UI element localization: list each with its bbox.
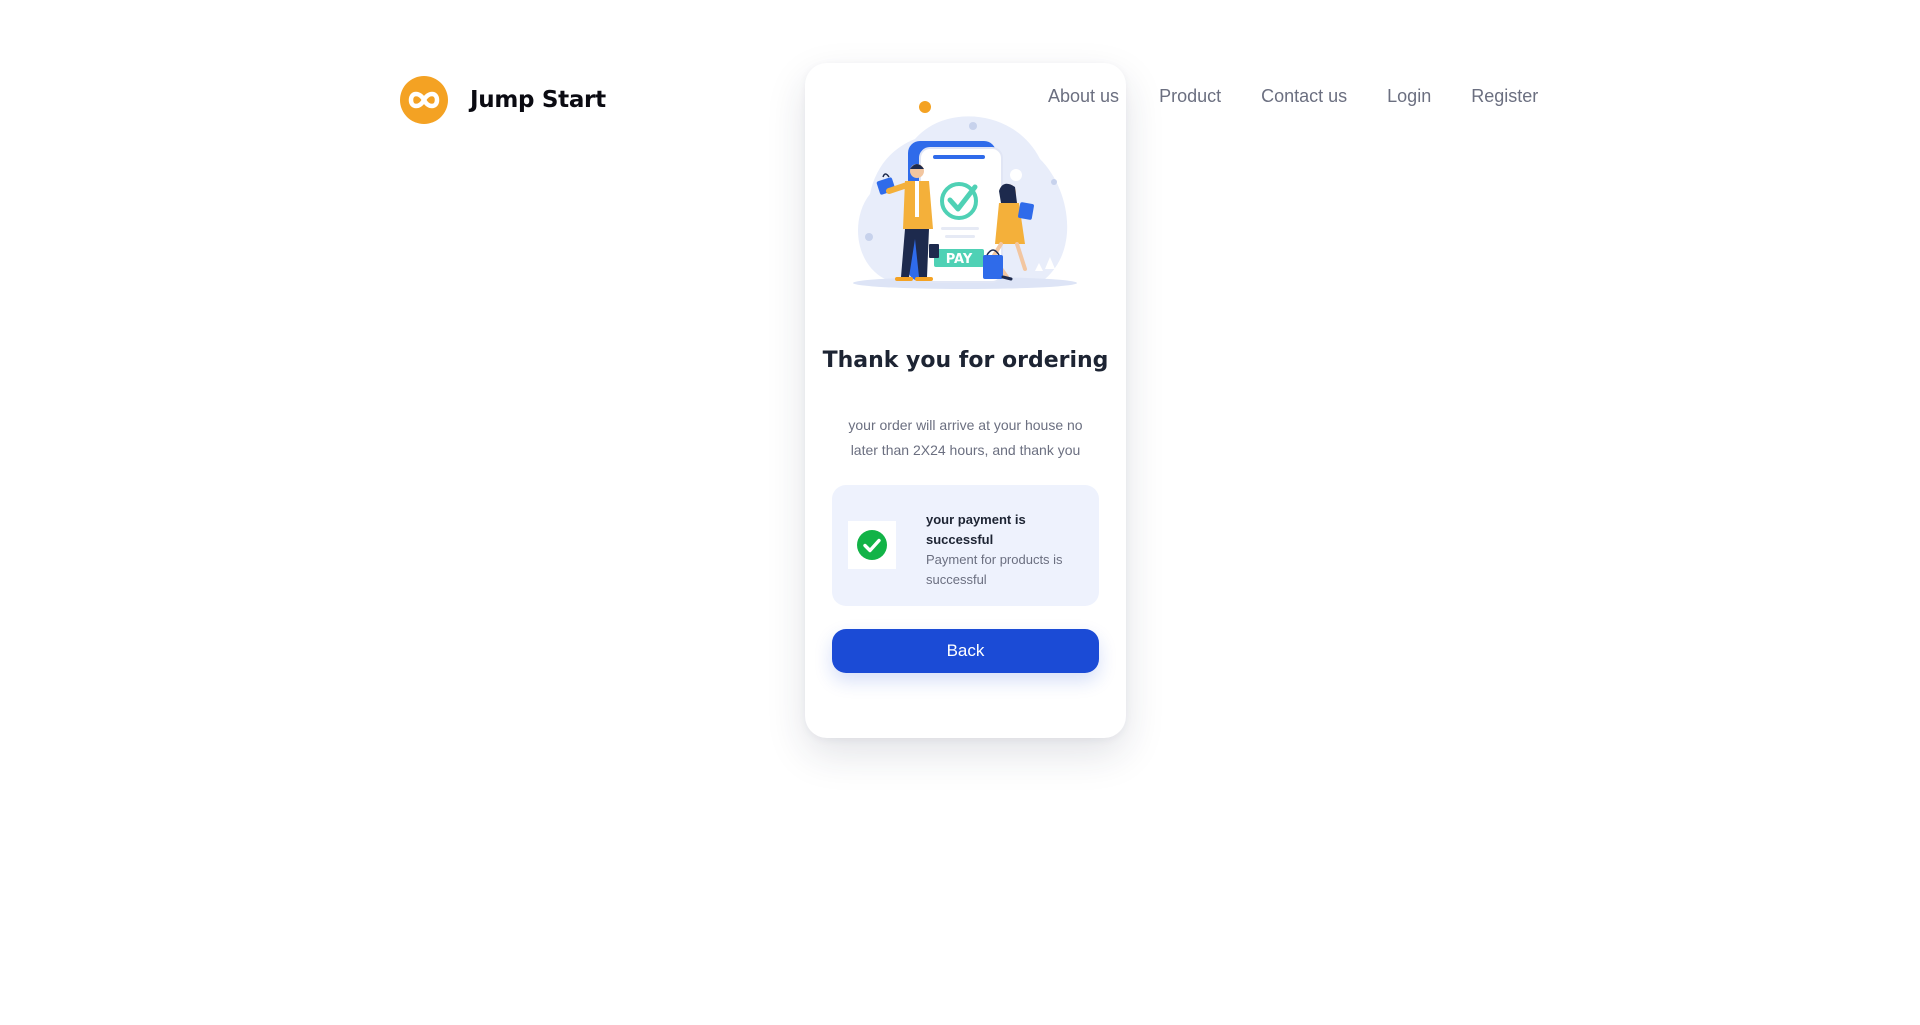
check-circle-icon <box>857 530 887 560</box>
success-check-container <box>848 521 896 569</box>
payment-illustration: PAY <box>853 101 1077 289</box>
nav-about-us[interactable]: About us <box>1048 86 1119 107</box>
nav-login[interactable]: Login <box>1387 86 1431 107</box>
nav-register[interactable]: Register <box>1471 86 1538 107</box>
nav-contact-us[interactable]: Contact us <box>1261 86 1347 107</box>
brand-logo[interactable]: Jump Start <box>400 76 606 124</box>
order-message: your order will arrive at your house no … <box>848 417 1083 458</box>
page-title: Thank you for ordering <box>822 348 1109 373</box>
payment-status-box: your payment is successful Payment for p… <box>832 485 1099 606</box>
top-nav: About us Product Contact us Login Regist… <box>1048 86 1538 107</box>
back-button[interactable]: Back <box>832 629 1099 673</box>
payment-status-subtitle: Payment for products is successful <box>926 552 1063 587</box>
payment-status-title: your payment is successful <box>926 512 1026 547</box>
order-confirmation-card: PAY Thank you for ordering your order wi… <box>805 63 1126 738</box>
brand-name: Jump Start <box>470 87 606 113</box>
nav-product[interactable]: Product <box>1159 86 1221 107</box>
pay-label: PAY <box>946 252 973 267</box>
infinity-logo-icon <box>400 76 448 124</box>
